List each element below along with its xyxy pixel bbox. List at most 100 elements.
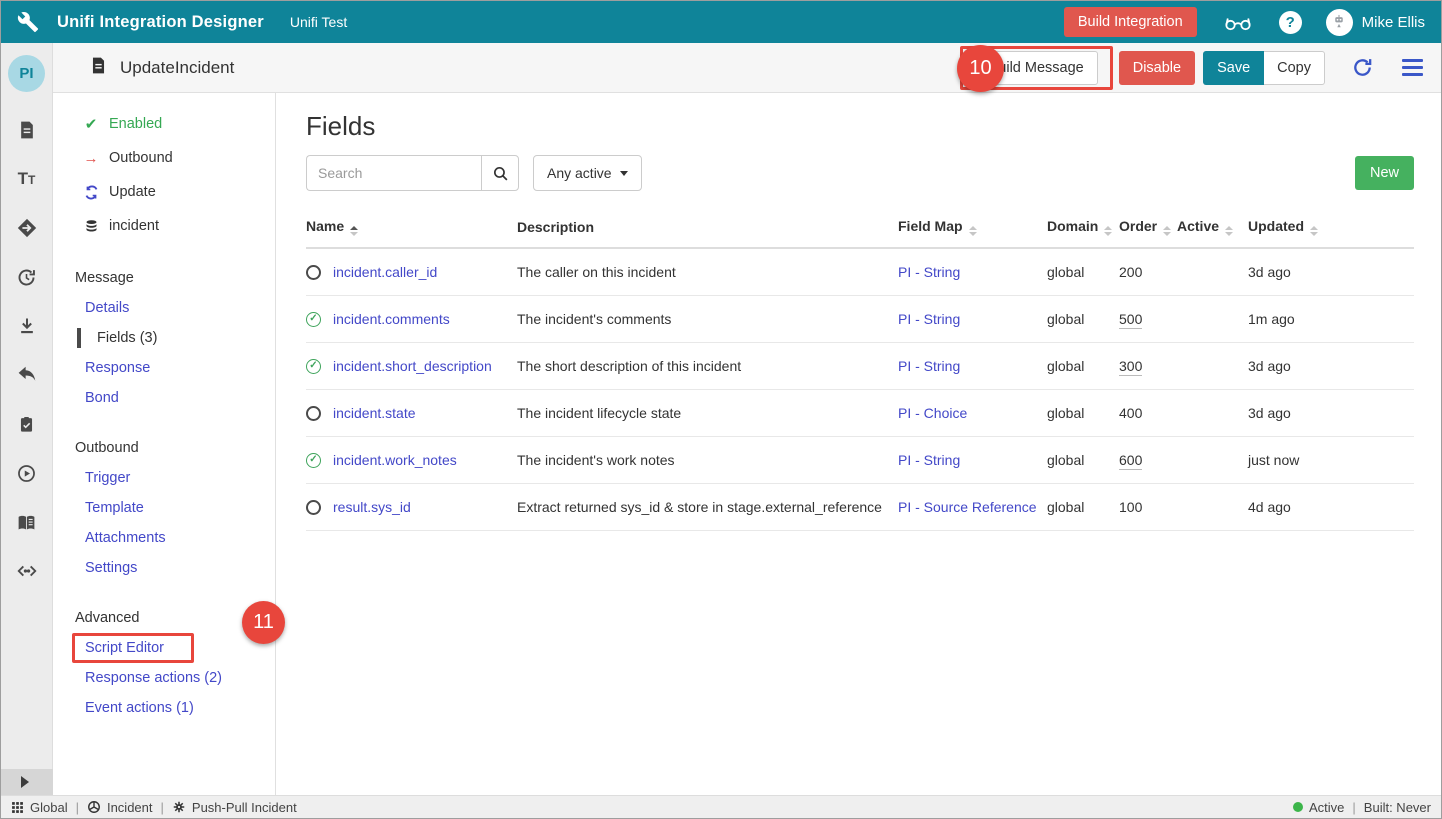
build-integration-button[interactable]: Build Integration xyxy=(1064,7,1197,37)
column-header-domain[interactable]: Domain xyxy=(1047,218,1119,236)
nav-table: incident xyxy=(53,209,275,243)
field-name-link[interactable]: incident.comments xyxy=(333,311,450,327)
row-status-icon xyxy=(306,406,321,421)
statusbar-global[interactable]: Global xyxy=(11,800,68,815)
active-status-dot xyxy=(1293,802,1303,812)
statusbar-process[interactable]: Push-Pull Incident xyxy=(172,800,297,815)
nav-item-template[interactable]: Template xyxy=(53,493,275,523)
column-header-field-map[interactable]: Field Map xyxy=(898,218,1047,236)
chevron-down-icon xyxy=(620,171,628,176)
field-description: The incident's work notes xyxy=(517,452,898,468)
document-icon[interactable] xyxy=(15,118,39,142)
column-header-description[interactable]: Description xyxy=(517,219,898,235)
nav-item-trigger[interactable]: Trigger xyxy=(53,463,275,493)
nav-item-script-editor[interactable]: Script Editor xyxy=(53,633,275,663)
nav-section-outbound: Outbound xyxy=(53,433,275,463)
field-updated: 3d ago xyxy=(1248,358,1414,374)
nav-item-bond[interactable]: Bond xyxy=(53,383,275,413)
menu-icon[interactable] xyxy=(1402,59,1423,76)
field-map-link[interactable]: PI - String xyxy=(898,311,960,327)
nav-action: Update xyxy=(53,175,275,209)
fields-table: Name Description Field Map Domain Order … xyxy=(306,207,1414,531)
field-order[interactable]: 100 xyxy=(1119,499,1142,515)
sort-icon xyxy=(1225,226,1233,236)
field-name-link[interactable]: result.sys_id xyxy=(333,499,411,515)
code-icon[interactable] xyxy=(15,559,39,583)
integration-avatar[interactable]: PI xyxy=(8,55,45,92)
column-header-active[interactable]: Active xyxy=(1177,218,1248,236)
field-description: The short description of this incident xyxy=(517,358,898,374)
nav-item-event-actions[interactable]: Event actions (1) xyxy=(53,693,275,723)
user-menu[interactable]: Mike Ellis xyxy=(1326,9,1425,36)
preview-glasses-icon[interactable] xyxy=(1223,12,1253,32)
table-header: Name Description Field Map Domain Order … xyxy=(306,207,1414,249)
nav-direction: → Outbound xyxy=(53,141,275,175)
nav-item-response-actions[interactable]: Response actions (2) xyxy=(53,663,275,693)
table-row: ✓ incident.comments The incident's comme… xyxy=(306,296,1414,343)
field-name-link[interactable]: incident.caller_id xyxy=(333,264,437,280)
table-row: ✓ incident.short_description The short d… xyxy=(306,343,1414,390)
field-order[interactable]: 500 xyxy=(1119,311,1142,329)
field-domain: global xyxy=(1047,452,1119,468)
disable-button[interactable]: Disable xyxy=(1119,51,1195,85)
field-order[interactable]: 600 xyxy=(1119,452,1142,470)
field-map-link[interactable]: PI - String xyxy=(898,358,960,374)
nav-item-details[interactable]: Details xyxy=(53,293,275,323)
field-name-link[interactable]: incident.work_notes xyxy=(333,452,457,468)
search-button[interactable] xyxy=(481,155,519,191)
nav-item-settings[interactable]: Settings xyxy=(53,553,275,583)
download-icon[interactable] xyxy=(15,314,39,338)
field-updated: 1m ago xyxy=(1248,311,1414,327)
help-icon[interactable]: ? xyxy=(1279,11,1302,34)
sidebar-collapse-button[interactable] xyxy=(1,769,53,795)
refresh-icon[interactable] xyxy=(1351,56,1374,79)
active-filter-dropdown[interactable]: Any active xyxy=(533,155,642,191)
search-input[interactable] xyxy=(306,155,481,191)
field-map-link[interactable]: PI - Choice xyxy=(898,405,967,421)
field-order[interactable]: 400 xyxy=(1119,405,1142,421)
message-doc-icon xyxy=(89,56,108,80)
field-name-link[interactable]: incident.state xyxy=(333,405,416,421)
field-description: The caller on this incident xyxy=(517,264,898,280)
new-field-button[interactable]: New xyxy=(1355,156,1414,190)
nav-section-message: Message xyxy=(53,263,275,293)
task-check-icon[interactable] xyxy=(15,412,39,436)
icon-rail: PI TT xyxy=(1,43,53,795)
page-title: UpdateIncident xyxy=(120,58,234,78)
field-name-link[interactable]: incident.short_description xyxy=(333,358,492,374)
field-domain: global xyxy=(1047,499,1119,515)
status-bar: Global | Incident | Push-Pull Incident A… xyxy=(1,795,1441,818)
active-status-label: Active xyxy=(1309,800,1344,815)
sort-icon xyxy=(969,226,977,236)
row-status-icon xyxy=(306,265,321,280)
column-header-updated[interactable]: Updated xyxy=(1248,218,1414,236)
app-title: Unifi Integration Designer xyxy=(57,13,264,32)
book-icon[interactable] xyxy=(15,510,39,534)
statusbar-incident[interactable]: Incident xyxy=(87,800,153,815)
annotation-step-10: 10 xyxy=(957,45,1004,92)
nav-enabled-status: ✔ Enabled xyxy=(53,107,275,141)
row-status-icon: ✓ xyxy=(306,453,321,468)
reply-icon[interactable] xyxy=(15,363,39,387)
field-order[interactable]: 200 xyxy=(1119,264,1142,280)
field-map-link[interactable]: PI - Source Reference xyxy=(898,499,1037,515)
copy-button[interactable]: Copy xyxy=(1264,51,1325,85)
collapse-arrow-icon xyxy=(21,776,29,788)
field-map-link[interactable]: PI - String xyxy=(898,264,960,280)
history-icon[interactable] xyxy=(15,265,39,289)
sort-icon xyxy=(350,226,358,236)
column-header-order[interactable]: Order xyxy=(1119,218,1177,236)
table-row: ✓ incident.work_notes The incident's wor… xyxy=(306,437,1414,484)
column-header-name[interactable]: Name xyxy=(306,218,517,236)
database-icon xyxy=(81,219,101,234)
nav-item-response[interactable]: Response xyxy=(53,353,275,383)
nav-item-fields[interactable]: Fields (3) xyxy=(53,323,275,353)
field-updated: 4d ago xyxy=(1248,499,1414,515)
send-diamond-icon[interactable] xyxy=(15,216,39,240)
save-button[interactable]: Save xyxy=(1203,51,1264,85)
field-order[interactable]: 300 xyxy=(1119,358,1142,376)
text-format-icon[interactable]: TT xyxy=(15,167,39,191)
play-circle-icon[interactable] xyxy=(15,461,39,485)
field-map-link[interactable]: PI - String xyxy=(898,452,960,468)
nav-item-attachments[interactable]: Attachments xyxy=(53,523,275,553)
